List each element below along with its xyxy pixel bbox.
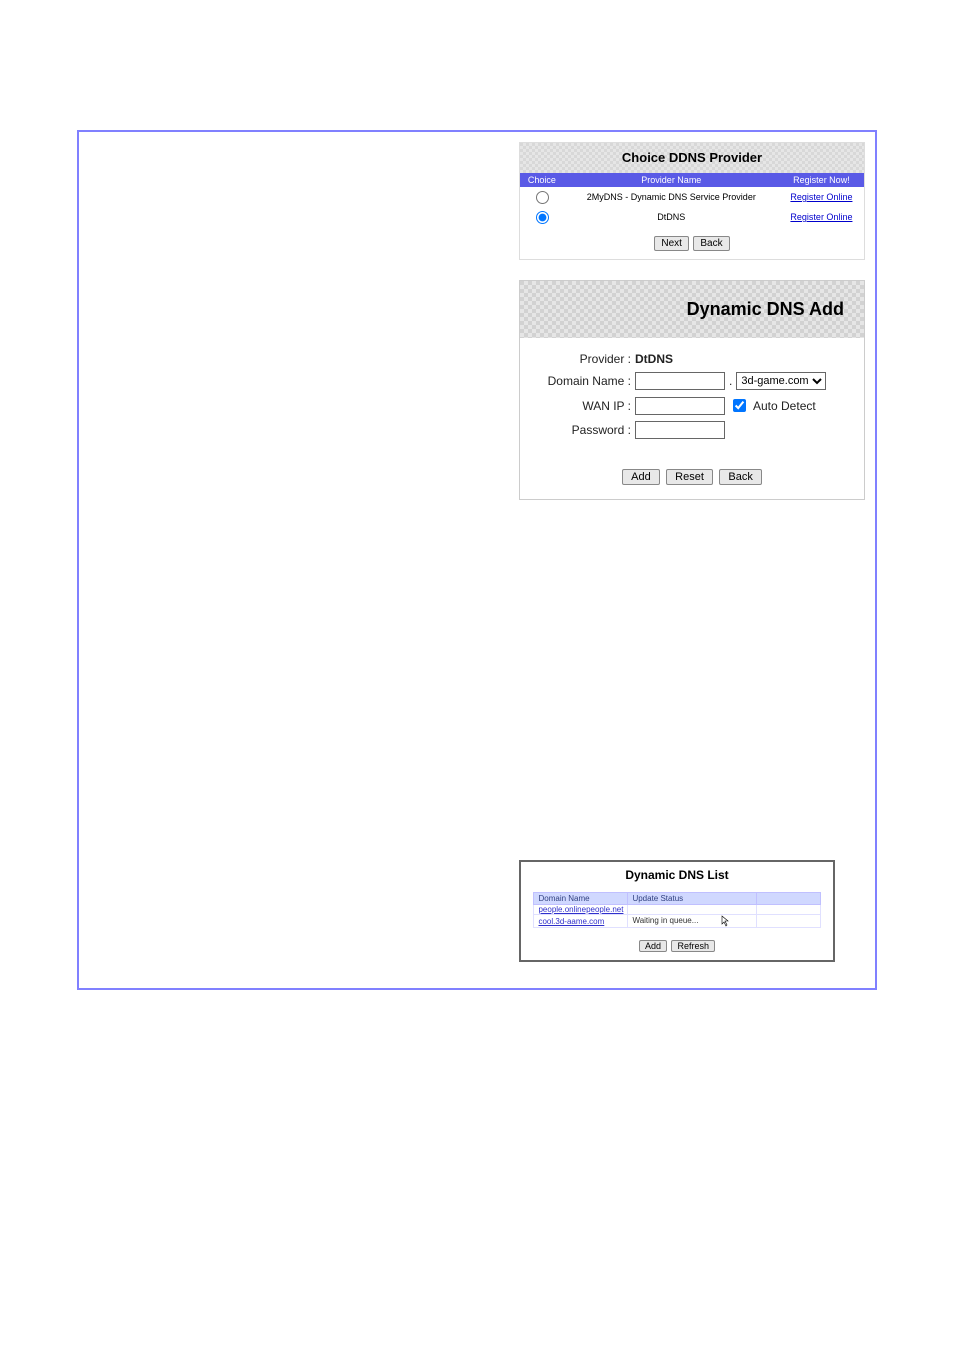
choice-radio-0[interactable]: [536, 191, 549, 204]
domain-separator: .: [729, 374, 732, 388]
col-register: Register Now!: [779, 173, 864, 187]
table-row: 2MyDNS - Dynamic DNS Service Provider Re…: [520, 187, 864, 207]
dns-list-panel: Dynamic DNS List Domain Name Update Stat…: [519, 860, 835, 962]
col-choice: Choice: [520, 173, 564, 187]
auto-detect-label: Auto Detect: [753, 399, 816, 413]
back-button-2[interactable]: Back: [719, 469, 761, 485]
col-domain: Domain Name: [534, 893, 628, 905]
reset-button[interactable]: Reset: [666, 469, 713, 485]
label-password: Password :: [540, 423, 635, 437]
provider-value: DtDNS: [635, 352, 673, 366]
status-1: Waiting in queue...: [628, 915, 757, 928]
choice-radio-1[interactable]: [536, 211, 549, 224]
dns-add-panel: Dynamic DNS Add Provider : DtDNS Domain …: [519, 280, 865, 500]
col-status: Update Status: [628, 893, 757, 905]
register-link-1[interactable]: Register Online: [790, 212, 852, 222]
list-row: cool.3d-aame.com Waiting in queue...: [534, 915, 820, 928]
label-provider: Provider :: [540, 352, 635, 366]
left-spacer: [79, 132, 509, 988]
domain-input[interactable]: [635, 372, 725, 390]
document-frame: Choice DDNS Provider Choice Provider Nam…: [77, 130, 877, 990]
wanip-input[interactable]: [635, 397, 725, 415]
cursor-icon: [721, 915, 731, 927]
domain-link-1[interactable]: cool.3d-aame.com: [538, 917, 604, 926]
col-blank: [757, 893, 820, 905]
label-domain: Domain Name :: [540, 374, 635, 388]
domain-suffix-select[interactable]: 3d-game.com: [736, 372, 826, 390]
provider-name-0: 2MyDNS - Dynamic DNS Service Provider: [564, 187, 779, 207]
table-row: DtDNS Register Online: [520, 207, 864, 227]
row-wanip: WAN IP : Auto Detect: [540, 396, 844, 415]
domain-link-0[interactable]: people.onlinepeople.net: [538, 905, 623, 914]
dns-add-form: Provider : DtDNS Domain Name : . 3d-game…: [520, 338, 864, 459]
label-wanip: WAN IP :: [540, 399, 635, 413]
dns-add-title: Dynamic DNS Add: [687, 299, 844, 319]
provider-table: Choice Provider Name Register Now! 2MyDN…: [520, 173, 864, 227]
row-domain: Domain Name : . 3d-game.com: [540, 372, 844, 390]
right-content: Choice DDNS Provider Choice Provider Nam…: [509, 132, 875, 988]
row-provider: Provider : DtDNS: [540, 352, 844, 366]
password-input[interactable]: [635, 421, 725, 439]
dns-add-header: Dynamic DNS Add: [520, 281, 864, 338]
list-row: people.onlinepeople.net: [534, 905, 820, 915]
choice-ddns-panel: Choice DDNS Provider Choice Provider Nam…: [519, 142, 865, 260]
register-link-0[interactable]: Register Online: [790, 192, 852, 202]
row-password: Password :: [540, 421, 844, 439]
dns-list-table: Domain Name Update Status people.onlinep…: [533, 892, 820, 928]
back-button[interactable]: Back: [693, 236, 729, 251]
panel3-buttons: Add Refresh: [521, 934, 833, 960]
list-refresh-button[interactable]: Refresh: [671, 940, 715, 952]
dns-list-title: Dynamic DNS List: [521, 862, 833, 892]
provider-name-1: DtDNS: [564, 207, 779, 227]
panel1-buttons: Next Back: [520, 233, 864, 251]
auto-detect-checkbox[interactable]: [733, 399, 746, 412]
list-add-button[interactable]: Add: [639, 940, 667, 952]
next-button[interactable]: Next: [654, 236, 689, 251]
choice-ddns-title: Choice DDNS Provider: [622, 150, 762, 165]
add-button[interactable]: Add: [622, 469, 660, 485]
status-0: [628, 905, 757, 915]
col-provider: Provider Name: [564, 173, 779, 187]
panel2-buttons: Add Reset Back: [520, 459, 864, 499]
choice-ddns-header: Choice DDNS Provider: [520, 143, 864, 173]
